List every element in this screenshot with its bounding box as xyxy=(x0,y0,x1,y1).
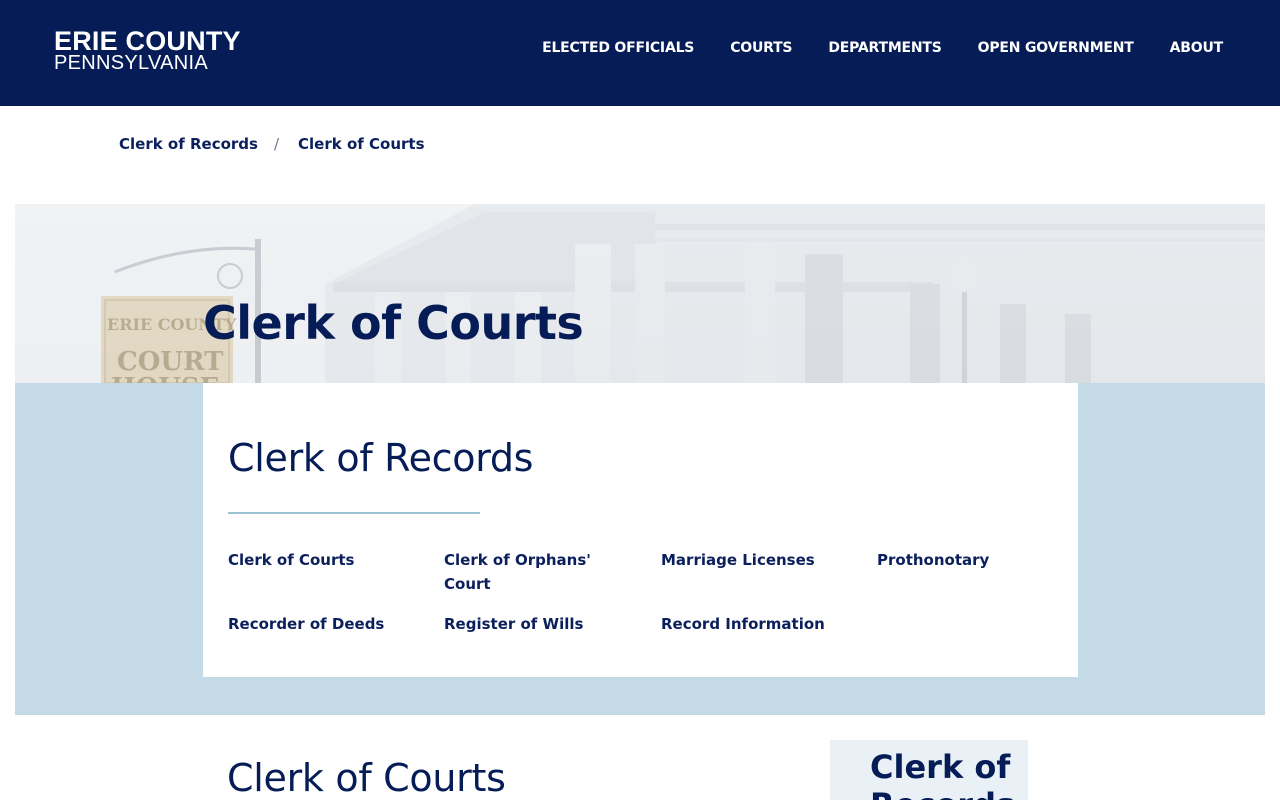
page-title: Clerk of Courts xyxy=(203,296,584,350)
card-divider xyxy=(228,512,480,514)
link-record-information[interactable]: Record Information xyxy=(661,612,841,636)
breadcrumb-separator: / xyxy=(273,135,280,153)
link-clerk-of-orphans-court[interactable]: Clerk of Orphans' Court xyxy=(444,548,594,596)
nav-departments[interactable]: DEPARTMENTS xyxy=(828,38,942,58)
link-prothonotary[interactable]: Prothonotary xyxy=(877,548,1057,572)
nav-about[interactable]: ABOUT xyxy=(1170,38,1224,58)
breadcrumb-clerk-of-courts[interactable]: Clerk of Courts xyxy=(298,135,424,153)
sidebar-box: Clerk of Records xyxy=(830,740,1028,800)
link-marriage-licenses[interactable]: Marriage Licenses xyxy=(661,548,841,572)
courthouse-photo: ERIE COUNTY COURT HOUSE xyxy=(15,204,1265,383)
card-title: Clerk of Records xyxy=(228,436,534,480)
main-nav: ELECTED OFFICIALS COURTS DEPARTMENTS OPE… xyxy=(542,38,1223,58)
county-logo[interactable]: ERIE COUNTY PENNSYLVANIA xyxy=(54,26,241,74)
link-register-of-wills[interactable]: Register of Wills xyxy=(444,612,624,636)
logo-line-1: ERIE COUNTY xyxy=(54,26,241,56)
section-title: Clerk of Courts xyxy=(227,756,506,800)
nav-courts[interactable]: COURTS xyxy=(730,38,792,58)
breadcrumb: Clerk of Records / Clerk of Courts xyxy=(119,135,425,153)
sidebar-title: Clerk of Records xyxy=(870,748,1015,800)
nav-elected-officials[interactable]: ELECTED OFFICIALS xyxy=(542,38,694,58)
link-recorder-of-deeds[interactable]: Recorder of Deeds xyxy=(228,612,408,636)
logo-line-2: PENNSYLVANIA xyxy=(54,52,209,74)
nav-open-government[interactable]: OPEN GOVERNMENT xyxy=(978,38,1134,58)
hero-banner: ERIE COUNTY COURT HOUSE Clerk of Courts xyxy=(15,204,1265,383)
clerk-of-records-card: Clerk of Records Clerk of Courts Clerk o… xyxy=(203,383,1078,677)
sign-text-house: HOUSE xyxy=(111,373,219,383)
breadcrumb-clerk-of-records[interactable]: Clerk of Records xyxy=(119,135,258,153)
link-clerk-of-courts[interactable]: Clerk of Courts xyxy=(228,548,408,572)
site-header: ERIE COUNTY PENNSYLVANIA ELECTED OFFICIA… xyxy=(0,0,1280,106)
